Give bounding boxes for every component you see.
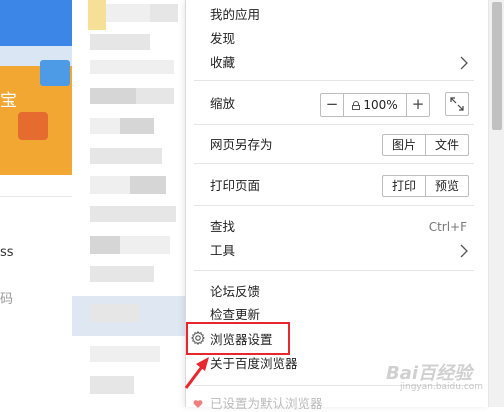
watermark-url: jingyan.baidu.com [400, 382, 484, 392]
print-button[interactable]: 打印 [383, 176, 425, 196]
menu-item-about[interactable]: 关于百度浏览器 [210, 356, 298, 372]
blurred-content-column [72, 0, 186, 407]
menu-item-browser-settings[interactable]: 浏览器设置 [210, 332, 273, 348]
menu-item-favorites[interactable]: 收藏 [210, 55, 235, 71]
background-text-fragment: 码 [0, 292, 14, 307]
background-banner-image: 宝 [0, 0, 72, 175]
heart-icon [193, 400, 203, 408]
zoom-control: − 100% + [320, 93, 430, 117]
save-as-button-group: 图片 文件 [382, 134, 469, 156]
chevron-right-icon [457, 244, 471, 258]
find-shortcut: Ctrl+F [428, 220, 467, 234]
menu-item-default-browser: 已设置为默认浏览器 [210, 396, 323, 411]
save-as-image-button[interactable]: 图片 [383, 135, 425, 155]
menu-item-my-apps[interactable]: 我的应用 [210, 7, 260, 23]
menu-item-discover[interactable]: 发现 [210, 31, 235, 47]
annotation-arrow-icon [184, 357, 209, 389]
browser-main-menu: 我的应用 发现 收藏 缩放 − 100% + 网页另存为 图片 文件 打印页面 … [185, 0, 489, 411]
baidu-jingyan-watermark: Bai百经验 jingyan.baidu.com [386, 359, 496, 399]
print-preview-button[interactable]: 预览 [425, 176, 468, 196]
menu-item-check-updates[interactable]: 检查更新 [210, 307, 260, 323]
zoom-out-button[interactable]: − [321, 94, 344, 116]
menu-item-print-page: 打印页面 [210, 178, 261, 193]
zoom-level: 100% [344, 94, 406, 116]
menu-item-zoom-label: 缩放 [210, 96, 236, 111]
background-page: 宝 ss 码 [0, 0, 73, 407]
menu-item-tools[interactable]: 工具 [210, 243, 235, 259]
vertical-scrollbar[interactable] [488, 0, 504, 407]
menu-item-forum-feedback[interactable]: 论坛反馈 [210, 284, 260, 300]
scrollbar-thumb[interactable] [492, 2, 502, 130]
lock-icon [352, 100, 361, 110]
fullscreen-icon [450, 97, 464, 111]
banner-text: 宝 [0, 91, 17, 111]
save-as-file-button[interactable]: 文件 [425, 135, 468, 155]
menu-item-save-page-as: 网页另存为 [210, 137, 273, 152]
zoom-value: 100% [363, 98, 398, 112]
print-button-group: 打印 预览 [382, 175, 469, 197]
zoom-in-button[interactable]: + [406, 94, 429, 116]
chevron-right-icon [457, 56, 471, 70]
background-text-fragment: ss [0, 245, 14, 260]
menu-item-find[interactable]: 查找 [210, 219, 235, 235]
fullscreen-button[interactable] [445, 92, 469, 116]
